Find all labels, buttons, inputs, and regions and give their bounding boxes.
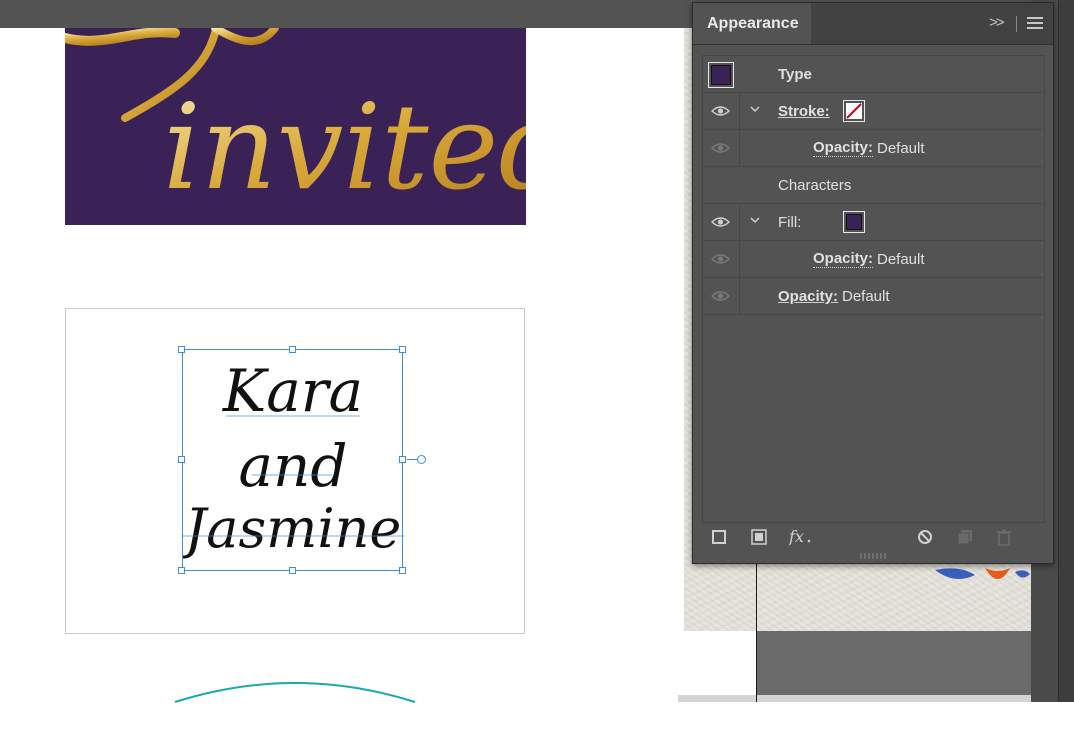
add-new-fill-icon[interactable] bbox=[750, 528, 768, 546]
handle-top-left[interactable] bbox=[178, 346, 185, 353]
eye-icon[interactable] bbox=[711, 105, 730, 117]
resize-grip[interactable] bbox=[859, 553, 889, 559]
opacity-value: Default bbox=[842, 288, 890, 305]
handle-top-center[interactable] bbox=[289, 346, 296, 353]
invite-word: invited bbox=[163, 78, 526, 216]
row-stroke-opacity[interactable]: Opacity: Default bbox=[703, 130, 1044, 167]
duplicate-item-icon[interactable] bbox=[956, 528, 974, 546]
chevron-down-icon[interactable] bbox=[749, 214, 761, 226]
handle-bottom-center[interactable] bbox=[289, 567, 296, 574]
eye-icon[interactable] bbox=[711, 290, 730, 302]
visibility-cell[interactable] bbox=[703, 93, 740, 129]
opacity-value: Default bbox=[877, 251, 925, 268]
type-label: Type bbox=[778, 66, 812, 83]
gray-artwork-block bbox=[757, 631, 1031, 695]
row-type[interactable]: Type bbox=[703, 56, 1044, 93]
fx-icon[interactable]: fx bbox=[789, 528, 813, 546]
eye-icon[interactable] bbox=[711, 216, 730, 228]
opacity-value: Default bbox=[877, 140, 925, 157]
row-fill[interactable]: Fill: bbox=[703, 204, 1044, 241]
stroke-label[interactable]: Stroke: bbox=[778, 93, 830, 130]
add-new-stroke-icon[interactable] bbox=[710, 528, 728, 546]
handle-bottom-right[interactable] bbox=[399, 567, 406, 574]
stroke-none-swatch[interactable] bbox=[843, 100, 865, 122]
hamburger-menu-icon[interactable] bbox=[1027, 17, 1043, 29]
panel-footer: fx bbox=[693, 524, 1053, 552]
handle-bottom-left[interactable] bbox=[178, 567, 185, 574]
appearance-attribute-list: Type Stroke: Opacity: Default Characters bbox=[702, 55, 1045, 523]
opacity-label[interactable]: Opacity: bbox=[813, 251, 874, 268]
row-stroke[interactable]: Stroke: bbox=[703, 93, 1044, 130]
circle-artwork[interactable] bbox=[150, 676, 440, 736]
selection-bounding-box[interactable] bbox=[182, 349, 403, 571]
handle-middle-left[interactable] bbox=[178, 456, 185, 463]
row-object-opacity[interactable]: Opacity: Default bbox=[703, 278, 1044, 315]
guide-line bbox=[756, 560, 757, 702]
clear-appearance-icon[interactable] bbox=[916, 528, 934, 546]
opacity-label[interactable]: Opacity: bbox=[778, 278, 838, 315]
handle-top-right[interactable] bbox=[399, 346, 406, 353]
svg-text:fx: fx bbox=[789, 528, 804, 546]
header-divider bbox=[1016, 16, 1017, 32]
row-fill-opacity[interactable]: Opacity: Default bbox=[703, 241, 1044, 278]
handle-middle-right[interactable] bbox=[399, 456, 406, 463]
panel-header: Appearance >> bbox=[693, 3, 1053, 45]
eye-icon[interactable] bbox=[711, 142, 730, 154]
rotate-handle[interactable] bbox=[417, 455, 426, 464]
invite-lettering: invited bbox=[65, 28, 526, 216]
tab-appearance[interactable]: Appearance bbox=[693, 3, 811, 44]
characters-label: Characters bbox=[778, 177, 852, 194]
right-dock-scrollbar[interactable] bbox=[1058, 0, 1074, 702]
bottom-strip bbox=[678, 695, 1031, 702]
fill-swatch[interactable] bbox=[843, 211, 865, 233]
double-chevron-right-icon[interactable]: >> bbox=[989, 14, 1004, 31]
visibility-cell[interactable] bbox=[703, 204, 740, 240]
invite-card-artwork[interactable]: invited bbox=[65, 28, 526, 225]
opacity-label[interactable]: Opacity: bbox=[813, 140, 874, 157]
delete-item-icon[interactable] bbox=[995, 528, 1013, 546]
visibility-cell[interactable] bbox=[703, 241, 740, 277]
appearance-panel: Appearance >> Type Stroke: Opacity: Defa… bbox=[692, 2, 1054, 564]
visibility-cell[interactable] bbox=[703, 130, 740, 166]
flower-artwork bbox=[935, 568, 1030, 579]
chevron-down-icon[interactable] bbox=[749, 103, 761, 115]
row-characters[interactable]: Characters bbox=[703, 167, 1044, 204]
fill-label[interactable]: Fill: bbox=[778, 204, 801, 241]
type-fill-swatch[interactable] bbox=[708, 62, 734, 88]
eye-icon[interactable] bbox=[711, 253, 730, 265]
visibility-cell[interactable] bbox=[703, 278, 740, 314]
